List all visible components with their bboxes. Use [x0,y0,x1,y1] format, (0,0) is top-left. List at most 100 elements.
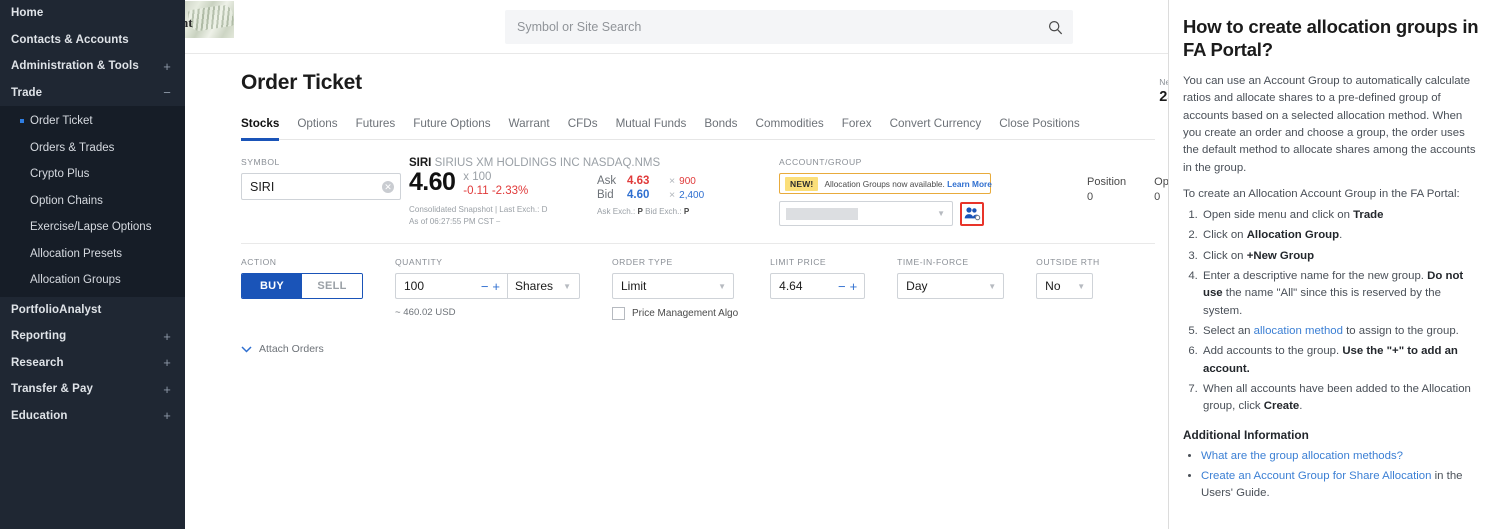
sidebar-item-orders-trades[interactable]: Orders & Trades [0,135,185,162]
symbol-input[interactable] [242,174,400,199]
tab-forex[interactable]: Forex [833,117,881,139]
expand-icon[interactable]: + [163,409,171,422]
faq-step: When all accounts have been added to the… [1201,381,1481,416]
expand-icon[interactable]: + [163,356,171,369]
symbol-input-wrapper[interactable]: ✕ [241,173,401,200]
sidebar-item-research[interactable]: Research + [0,350,185,377]
tab-close-positions[interactable]: Close Positions [990,117,1089,139]
sidebar-item-crypto-plus[interactable]: Crypto Plus [0,161,185,188]
additional-info-item: What are the group allocation methods? [1201,448,1481,465]
quantity-input[interactable] [396,274,458,299]
sidebar-item-transfer-pay[interactable]: Transfer & Pay + [0,376,185,403]
order-type-label: ORDER TYPE [612,257,673,268]
bid-label: Bid [597,189,614,201]
tab-warrant[interactable]: Warrant [500,117,559,139]
collapse-icon[interactable]: − [163,86,171,99]
tab-bonds[interactable]: Bonds [695,117,746,139]
sidebar-item-home[interactable]: Home [0,0,185,27]
sidebar-item-trade[interactable]: Trade − [0,80,185,107]
tif-label: TIME-IN-FORCE [897,257,969,268]
tab-convert-currency[interactable]: Convert Currency [881,117,991,139]
sidebar-subitem-label: Allocation Presets [30,247,123,260]
tab-stocks[interactable]: Stocks [241,117,288,141]
chevron-down-icon [241,340,252,358]
order-type-select[interactable]: Limit ▼ [612,273,734,300]
ask-size: 900 [679,176,696,187]
tab-commodities[interactable]: Commodities [747,117,833,139]
outside-rth-select[interactable]: No ▼ [1036,273,1094,300]
tab-futures[interactable]: Futures [347,117,405,139]
last-price: 4.60 [409,168,456,196]
tab-mutual-funds[interactable]: Mutual Funds [607,117,696,139]
chevron-down-icon[interactable]: ▼ [563,282,571,291]
allocation-group-button[interactable] [960,201,984,226]
symbol-label: SYMBOL [241,157,280,167]
sidebar-item-portfolioanalyst[interactable]: PortfolioAnalyst [0,297,185,324]
sidebar-item-contacts-accounts[interactable]: Contacts & Accounts [0,27,185,54]
active-indicator-dot [20,119,24,124]
search-input[interactable] [505,10,1037,44]
quote-multiplier: x 100 [463,171,492,183]
price-management-algo-checkbox[interactable] [612,307,625,321]
account-select[interactable]: ▼ [779,201,953,226]
tif-select[interactable]: Day ▼ [897,273,1005,300]
sidebar-item-label: Contacts & Accounts [11,33,129,46]
faq-step: Enter a descriptive name for the new gro… [1201,268,1481,320]
limit-price-increment-icon[interactable]: + [850,280,858,293]
tab-options[interactable]: Options [288,117,346,139]
allocation-groups-banner: NEW! Allocation Groups now available. Le… [779,173,992,194]
sidebar-item-allocation-groups[interactable]: Allocation Groups [0,267,185,294]
chevron-down-icon[interactable]: ▼ [937,209,945,218]
faq-step: Click on +New Group [1201,248,1481,265]
site-search[interactable] [505,10,1073,44]
additional-info-link[interactable]: What are the group allocation methods? [1201,450,1403,462]
allocation-method-link[interactable]: allocation method [1254,325,1343,337]
sidebar-item-label: Research [11,356,64,369]
sidebar-item-reporting[interactable]: Reporting + [0,323,185,350]
learn-more-link[interactable]: Learn More [947,179,992,189]
quote-sub: x 100 -0.11 -2.33% [463,170,528,197]
buy-button[interactable]: BUY [242,274,302,299]
limit-price-decrement-icon[interactable]: − [838,280,846,293]
sidebar-item-order-ticket[interactable]: Order Ticket [0,108,185,135]
chevron-down-icon[interactable]: ▼ [988,282,996,291]
tab-cfds[interactable]: CFDs [559,117,607,139]
new-badge: NEW! [785,176,819,191]
faq-step: Open side menu and click on Trade [1201,207,1481,224]
chevron-down-icon[interactable]: ▼ [1077,282,1085,291]
sidebar-item-label: Transfer & Pay [11,383,93,396]
additional-info-list: What are the group allocation methods? Cr… [1183,448,1481,502]
quantity-unit-select[interactable]: Shares ▼ [507,273,580,300]
sidebar-item-allocation-presets[interactable]: Allocation Presets [0,241,185,268]
sell-button[interactable]: SELL [302,274,362,299]
ask-price: 4.63 [627,175,650,187]
tab-future-options[interactable]: Future Options [404,117,499,139]
limit-price-input[interactable] [771,274,824,299]
quantity-input-wrapper[interactable]: − + [395,273,507,300]
sidebar-item-label: Administration & Tools [11,60,139,73]
chevron-down-icon[interactable]: ▼ [718,282,726,291]
sidebar-trade-submenu: Order Ticket Orders & Trades Crypto Plus Op… [0,106,185,297]
account-group-label: ACCOUNT/GROUP [779,157,862,167]
limit-price-stepper: − + [838,280,864,293]
sidebar-item-option-chains[interactable]: Option Chains [0,188,185,215]
quote-company: SIRIUS XM HOLDINGS INC NASDAQ.NMS [434,157,661,169]
expand-icon[interactable]: + [163,383,171,396]
limit-price-wrapper[interactable]: − + [770,273,866,300]
clear-symbol-icon[interactable]: ✕ [382,180,394,193]
section-divider [241,243,1155,245]
expand-icon[interactable]: + [163,330,171,343]
sidebar-item-exercise-lapse-options[interactable]: Exercise/Lapse Options [0,214,185,241]
sidebar-item-administration-tools[interactable]: Administration & Tools + [0,53,185,80]
position-value: 0 [1087,191,1094,203]
attach-orders-label: Attach Orders [259,343,324,356]
search-icon[interactable] [1037,20,1073,35]
sidebar-item-label: Home [11,7,44,20]
expand-icon[interactable]: + [163,60,171,73]
quantity-increment-icon[interactable]: + [492,280,500,293]
bid-times-icon: × [669,189,676,201]
faq-paragraph: You can use an Account Group to automati… [1183,75,1476,174]
additional-info-link[interactable]: Create an Account Group for Share Alloca… [1201,470,1431,482]
quantity-decrement-icon[interactable]: − [481,280,489,293]
sidebar-item-education[interactable]: Education + [0,403,185,430]
